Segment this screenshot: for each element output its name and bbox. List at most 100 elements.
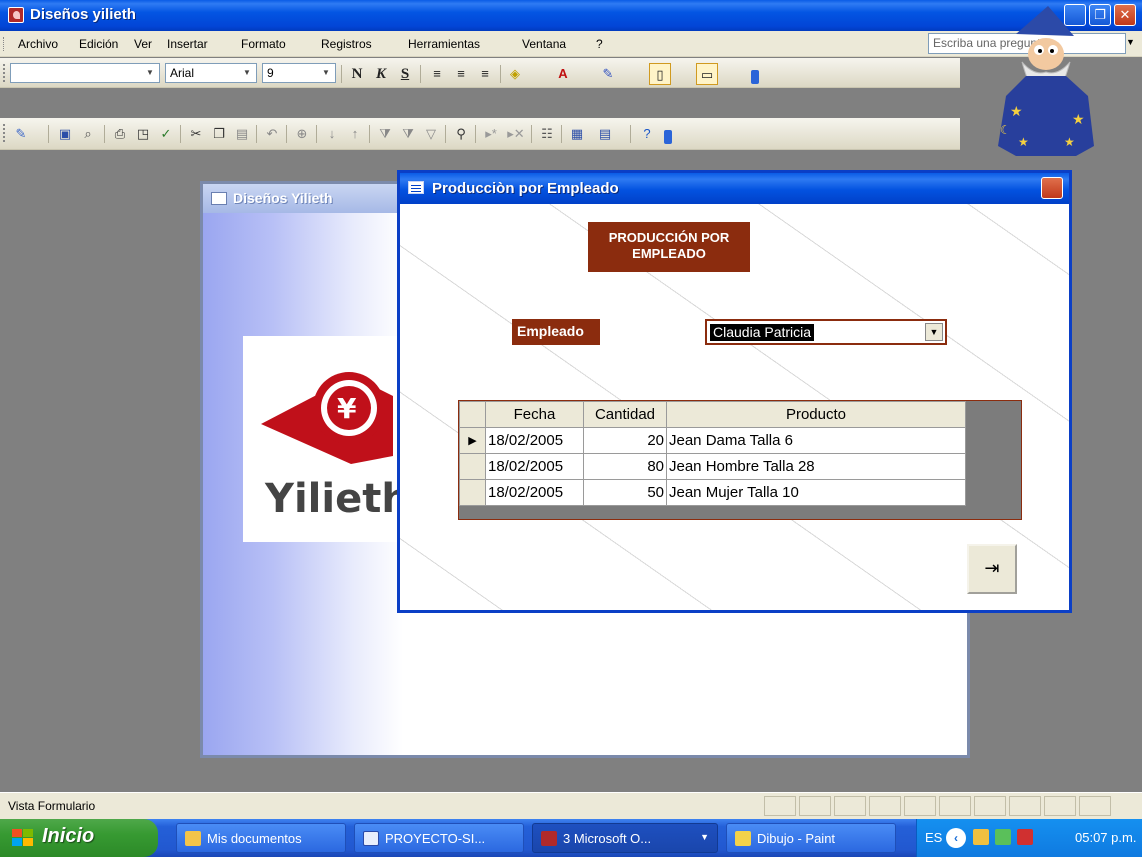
spelling-icon[interactable]: ✓ [155,123,177,145]
menu-herramientas[interactable]: Herramientas [408,37,480,51]
underline-button[interactable]: S [394,63,416,85]
special-effect-icon[interactable]: ▭ [696,63,718,85]
ask-dropdown-icon[interactable]: ▼ [1126,37,1135,47]
current-record-icon[interactable]: ▶ [459,427,486,454]
view-icon[interactable]: ✎ [10,123,32,145]
cell-producto[interactable]: Jean Dama Talla 6 [666,427,966,454]
column-header-cantidad[interactable]: Cantidad [583,401,667,428]
properties-icon[interactable]: ☷ [536,123,558,145]
delete-record-icon[interactable]: ▸✕ [505,123,527,145]
font-combo[interactable]: Arial ▼ [165,63,257,83]
hyperlink-icon[interactable]: ⊕ [291,123,313,145]
cell-fecha[interactable]: 18/02/2005 [485,427,584,454]
table-row[interactable]: ▶ 18/02/2005 20 Jean Dama Talla 6 [459,427,966,454]
menu-grip[interactable] [3,37,6,51]
main-title-bar[interactable]: Diseños yilieth ❐ ✕ [0,0,1142,31]
sort-ascending-icon[interactable]: ↓ [321,123,343,145]
exit-form-button[interactable]: ⇥ [967,544,1017,594]
menu-insertar[interactable]: Insertar [167,37,208,51]
empleado-label: Empleado [512,319,600,345]
sort-descending-icon[interactable]: ↑ [344,123,366,145]
font-size-combo[interactable]: 9 ▼ [262,63,336,83]
chevron-down-icon[interactable]: ▼ [143,66,157,80]
new-object-icon[interactable]: ▤ [594,123,616,145]
bold-button[interactable]: N [346,63,368,85]
italic-button[interactable]: K [370,63,392,85]
network-icon[interactable] [973,829,989,845]
undo-icon[interactable]: ↶ [261,123,283,145]
align-center-icon[interactable]: ≡ [450,63,472,85]
clock[interactable]: 05:07 p.m. [1075,830,1136,845]
print-icon[interactable]: ⎙ [109,123,131,145]
close-button[interactable]: ✕ [1114,4,1136,26]
column-header-fecha[interactable]: Fecha [485,401,584,428]
save-icon[interactable]: ▣ [54,123,76,145]
find-icon[interactable]: ⚲ [450,123,472,145]
chevron-down-icon[interactable]: ▼ [240,66,254,80]
form-close-button[interactable] [1041,177,1063,199]
border-width-icon[interactable]: ▯ [649,63,671,85]
record-selector[interactable] [459,453,486,480]
connection-icon[interactable] [995,829,1011,845]
toolbar-options-icon[interactable] [751,70,759,84]
menu-registros[interactable]: Registros [321,37,372,51]
filter-form-icon[interactable]: ⧩ [397,123,419,145]
empleado-combo[interactable]: Claudia Patricia ▼ [705,319,947,345]
record-selector[interactable] [459,479,486,506]
cell-cantidad[interactable]: 20 [583,427,667,454]
line-color-icon[interactable]: ✎ [597,63,619,85]
menu-edicion[interactable]: Edición [79,37,118,51]
align-left-icon[interactable]: ≡ [426,63,448,85]
fill-color-icon[interactable]: ◈ [504,63,526,85]
help-icon[interactable]: ? [636,123,658,145]
cell-cantidad[interactable]: 80 [583,453,667,480]
filter-selection-icon[interactable]: ⧩ [374,123,396,145]
svg-text:¥: ¥ [337,392,357,425]
cell-cantidad[interactable]: 50 [583,479,667,506]
chevron-down-icon[interactable]: ▼ [700,832,709,842]
record-selector-header[interactable] [459,401,486,428]
apply-filter-icon[interactable]: ▽ [420,123,442,145]
print-preview-icon[interactable]: ◳ [132,123,154,145]
toolbar-options-icon[interactable] [664,130,672,144]
cell-producto[interactable]: Jean Mujer Talla 10 [666,479,966,506]
column-header-producto[interactable]: Producto [666,401,966,428]
object-combo[interactable]: ▼ [10,63,160,83]
start-button[interactable]: Inicio [0,819,158,857]
align-right-icon[interactable]: ≡ [474,63,496,85]
chevron-down-icon[interactable]: ▼ [925,323,943,341]
show-hidden-icons-button[interactable]: ‹ [946,828,966,848]
language-indicator[interactable]: ES [925,830,942,845]
office-assistant-wizard[interactable]: ★ ★ ★ ★ ☾ [996,6,1096,184]
menu-ver[interactable]: Ver [134,37,152,51]
task-microsoft-office[interactable]: 3 Microsoft O... ▼ [532,823,718,853]
cell-producto[interactable]: Jean Hombre Talla 28 [666,453,966,480]
task-mis-documentos[interactable]: Mis documentos [176,823,346,853]
chevron-down-icon[interactable]: ▼ [319,66,333,80]
table-row[interactable]: 18/02/2005 80 Jean Hombre Talla 28 [459,453,966,480]
cell-fecha[interactable]: 18/02/2005 [485,479,584,506]
security-alert-icon[interactable] [1017,829,1033,845]
production-subform[interactable]: Fecha Cantidad Producto ▶ 18/02/2005 20 … [458,400,1022,520]
front-form-title-bar[interactable]: Producciòn por Empleado [400,173,1069,204]
status-indicator [1079,796,1111,816]
paste-icon[interactable]: ▤ [231,123,253,145]
produccion-por-empleado-form[interactable]: Producciòn por Empleado PRODUCCIÓN POR E… [397,170,1072,613]
toolbar-grip[interactable] [3,124,6,142]
menu-formato[interactable]: Formato [241,37,286,51]
menu-help[interactable]: ? [596,37,603,51]
cell-fecha[interactable]: 18/02/2005 [485,453,584,480]
task-proyecto[interactable]: PROYECTO-SI... [354,823,524,853]
cut-icon[interactable]: ✂ [185,123,207,145]
menu-archivo[interactable]: Archivo [18,37,58,51]
font-color-icon[interactable]: A [552,63,574,85]
table-row[interactable]: 18/02/2005 50 Jean Mujer Talla 10 [459,479,966,506]
copy-icon[interactable]: ❐ [208,123,230,145]
task-paint[interactable]: Dibujo - Paint [726,823,896,853]
search-file-icon[interactable]: ⌕ [77,123,99,145]
menu-ventana[interactable]: Ventana [522,37,566,51]
toolbar-grip[interactable] [3,64,6,82]
new-record-icon[interactable]: ▸* [480,123,502,145]
database-window-icon[interactable]: ▦ [566,123,588,145]
access-app-icon[interactable] [8,7,24,23]
